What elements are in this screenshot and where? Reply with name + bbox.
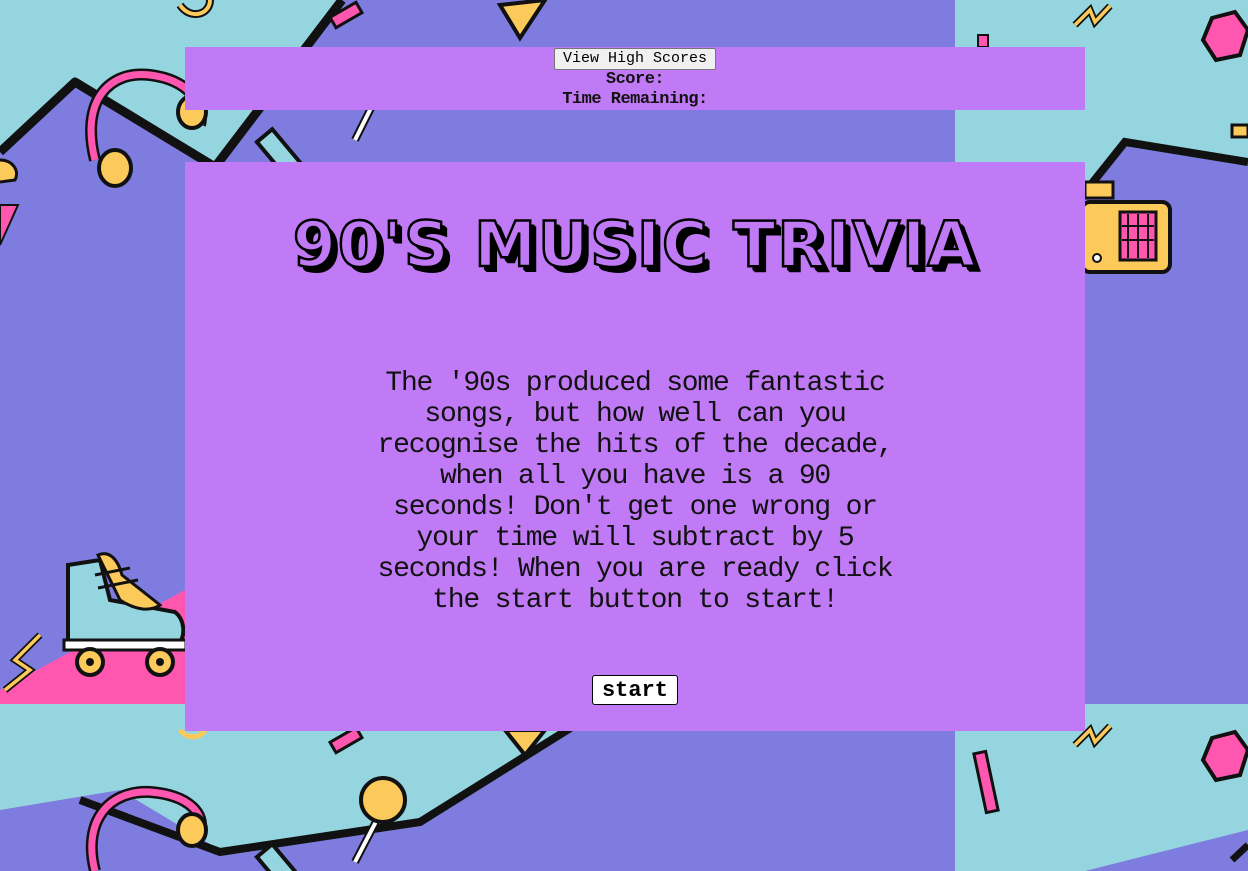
view-high-scores-button[interactable]: View High Scores [553, 48, 717, 70]
time-remaining-label: Time Remaining: [562, 90, 708, 109]
intro-description: The '90s produced some fantastic songs, … [377, 368, 894, 616]
header-bar: View High Scores Score: Time Remaining: [185, 47, 1085, 110]
intro-card: 90'S MUSIC TRIVIA The '90s produced some… [185, 162, 1085, 731]
page-title: 90'S MUSIC TRIVIA [292, 207, 978, 283]
score-label: Score: [605, 70, 665, 89]
start-button[interactable]: start [592, 675, 678, 705]
